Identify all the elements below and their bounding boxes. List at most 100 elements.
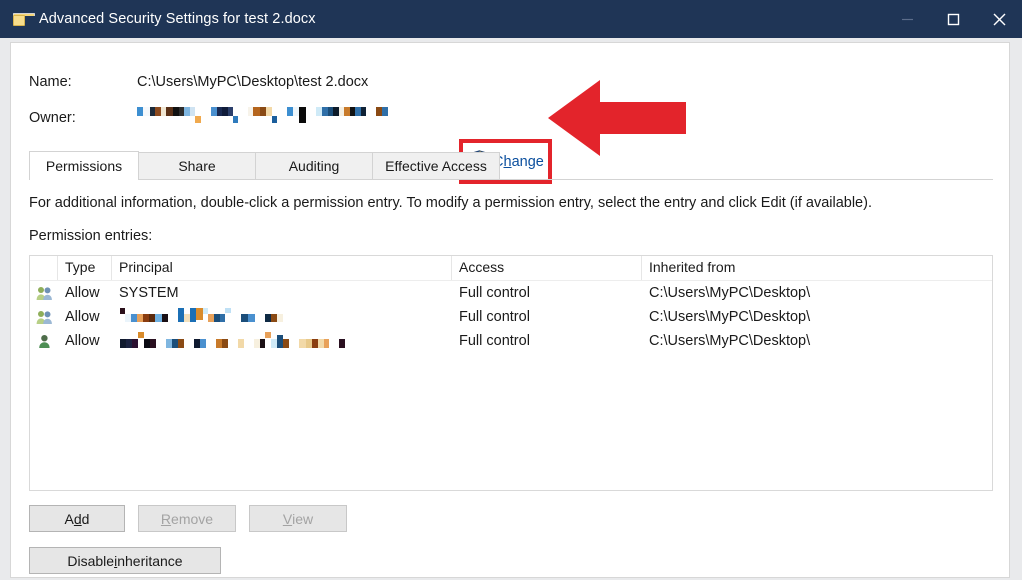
owner-label: Owner: <box>29 110 76 126</box>
redaction-block <box>190 107 195 116</box>
instruction-text: For additional information, double-click… <box>29 195 872 211</box>
cell-principal <box>112 332 452 350</box>
redaction-block <box>166 107 173 116</box>
redaction-block <box>238 339 244 348</box>
view-button[interactable]: View <box>249 505 347 532</box>
name-label: Name: <box>29 74 72 90</box>
tab-permissions[interactable]: Permissions <box>29 151 139 180</box>
tab-auditing[interactable]: Auditing <box>255 152 373 179</box>
redaction-block <box>143 107 150 116</box>
redaction-block <box>260 339 265 348</box>
list-header: Type Principal Access Inherited from <box>30 256 992 281</box>
maximize-icon[interactable] <box>930 0 976 38</box>
users-group-icon <box>30 286 58 301</box>
object-info: Name: C:\Users\MyPC\Desktop\test 2.docx … <box>29 71 989 143</box>
redaction-block <box>138 332 144 338</box>
redaction-group <box>299 332 329 350</box>
redaction-group <box>248 107 277 127</box>
redaction-block <box>228 107 233 116</box>
column-header-icon[interactable] <box>30 256 58 280</box>
remove-button[interactable]: Remove <box>138 505 236 532</box>
disable-inheritance-button[interactable]: Disable i nheritance <box>29 547 221 574</box>
redaction-block <box>299 107 306 123</box>
redaction-block <box>162 314 168 322</box>
table-row[interactable]: Allow Full control C:\Users\MyPC\Desktop\ <box>30 329 992 353</box>
principal-value-redacted <box>120 308 452 326</box>
column-header-type[interactable]: Type <box>58 256 112 280</box>
cell-type: Allow <box>65 333 100 349</box>
redaction-group <box>216 332 228 350</box>
redaction-group <box>265 308 283 326</box>
cell-access: Full control <box>459 285 530 301</box>
owner-value-redacted <box>137 107 398 127</box>
redaction-block <box>220 314 225 322</box>
cell-inherited-from: C:\Users\MyPC\Desktop\ <box>649 333 811 349</box>
redaction-block <box>233 116 238 123</box>
redaction-block <box>339 339 345 348</box>
redaction-block <box>283 339 289 348</box>
cell-access: Full control <box>459 309 530 325</box>
redaction-block <box>382 107 388 116</box>
minimize-icon[interactable] <box>884 0 930 38</box>
list-action-buttons: Add Remove View <box>29 505 360 532</box>
inheritance-action: Disable i nheritance <box>29 547 221 574</box>
principal-value-redacted <box>120 332 452 350</box>
redaction-block <box>195 116 201 123</box>
redaction-block <box>222 339 228 348</box>
redaction-group <box>211 107 238 127</box>
redaction-group <box>339 332 345 350</box>
permission-entries-label: Permission entries: <box>29 228 153 244</box>
redaction-group <box>137 107 201 127</box>
redaction-block <box>272 116 277 123</box>
redaction-group <box>120 332 156 350</box>
redaction-block <box>200 339 206 348</box>
redaction-block <box>178 339 184 348</box>
redaction-block <box>132 339 138 348</box>
redaction-group <box>166 332 184 350</box>
redaction-group <box>194 332 206 350</box>
advanced-security-settings-window: Advanced Security Settings for test 2.do… <box>0 0 1022 580</box>
redaction-block <box>324 339 329 348</box>
tab-strip: Permissions Share Auditing Effective Acc… <box>29 151 993 180</box>
cell-principal: SYSTEM <box>119 285 179 301</box>
user-icon <box>30 334 58 349</box>
redaction-group <box>120 308 168 326</box>
redaction-block <box>253 107 260 116</box>
tab-effective-access[interactable]: Effective Access <box>372 152 500 179</box>
window-titlebar: Advanced Security Settings for test 2.do… <box>0 0 1022 38</box>
redaction-block <box>248 314 255 322</box>
name-value: C:\Users\MyPC\Desktop\test 2.docx <box>137 74 369 90</box>
close-icon[interactable] <box>976 0 1022 38</box>
redaction-group <box>316 107 366 127</box>
name-row: Name: C:\Users\MyPC\Desktop\test 2.docx <box>29 71 989 107</box>
redaction-block <box>277 314 283 322</box>
redaction-group <box>238 332 244 350</box>
redaction-group <box>376 107 388 127</box>
redaction-block <box>225 308 231 313</box>
column-header-inherited-from[interactable]: Inherited from <box>642 256 982 280</box>
redaction-group <box>287 107 306 127</box>
add-button[interactable]: Add <box>29 505 125 532</box>
window-title: Advanced Security Settings for test 2.do… <box>39 11 316 27</box>
column-header-principal[interactable]: Principal <box>112 256 452 280</box>
dialog-content: Name: C:\Users\MyPC\Desktop\test 2.docx … <box>10 42 1010 578</box>
redaction-block <box>150 339 156 348</box>
redaction-block <box>155 314 162 322</box>
table-row[interactable]: Allow SYSTEM Full control C:\Users\MyPC\Des… <box>30 281 992 305</box>
folder-icon <box>13 12 35 27</box>
column-header-access[interactable]: Access <box>452 256 642 280</box>
cell-type: Allow <box>65 285 100 301</box>
tab-share[interactable]: Share <box>138 152 256 179</box>
cell-principal <box>112 308 452 326</box>
table-row[interactable]: Allow Full control C:\Users\MyPC\Desktop\ <box>30 305 992 329</box>
redaction-group <box>178 308 231 326</box>
left-arrow-annotation <box>548 78 688 158</box>
redaction-block <box>241 314 248 322</box>
cell-inherited-from: C:\Users\MyPC\Desktop\ <box>649 309 811 325</box>
cell-access: Full control <box>459 333 530 349</box>
redaction-group <box>241 308 255 326</box>
redaction-block <box>265 332 271 338</box>
redaction-block <box>196 308 203 320</box>
window-controls <box>884 0 1022 38</box>
permission-entries-list[interactable]: Type Principal Access Inherited from All… <box>29 255 993 491</box>
